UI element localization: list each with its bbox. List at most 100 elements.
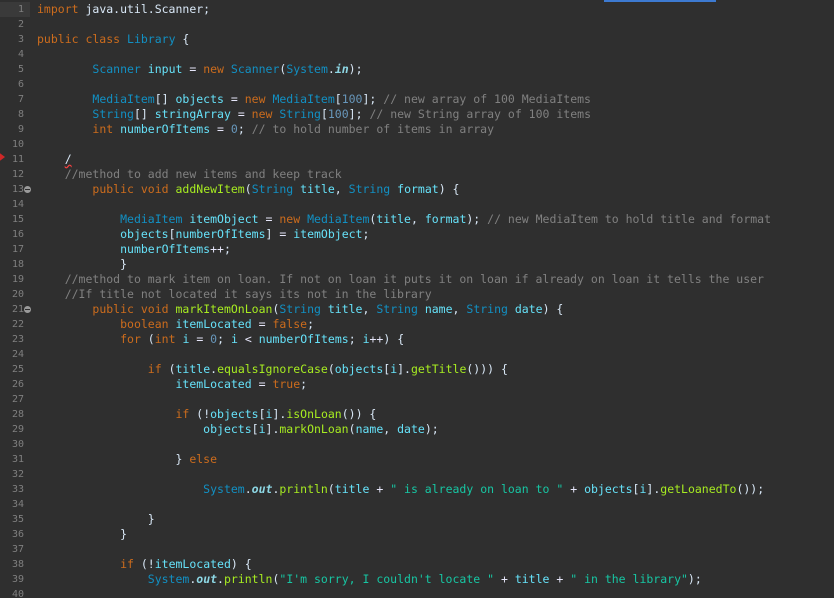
line-number: 27 <box>11 394 24 405</box>
code-token: [ <box>334 92 342 106</box>
code-token: true <box>272 377 301 391</box>
code-line[interactable]: if (!objects[i].isOnLoan()) { <box>37 407 376 422</box>
code-token: = <box>251 317 273 331</box>
code-line[interactable]: //method to add new items and keep track <box>37 167 342 182</box>
line-number: 17 <box>11 244 24 255</box>
code-line[interactable]: int numberOfItems = 0; // to hold number… <box>37 122 494 137</box>
code-token: ]. <box>272 407 287 421</box>
code-token: System <box>147 572 190 586</box>
code-text-area[interactable]: import java.util.Scanner; public class Li… <box>30 0 834 598</box>
code-token: numberOfItems <box>175 227 266 241</box>
code-token: //method to mark item on loan. If not on… <box>64 272 764 286</box>
code-token: itemLocated <box>154 557 231 571</box>
code-token: ( <box>161 362 176 376</box>
code-token: } <box>37 527 128 541</box>
code-editor[interactable]: 1 2 3 4 5 6 7 8 9 10 11 12 13 14 15 16 17 18 19 20 21 22 23 24 2… <box>0 0 834 598</box>
code-line[interactable]: public void markItemOnLoan(String title,… <box>37 302 563 317</box>
code-token: i <box>362 332 370 346</box>
code-token: , <box>452 302 467 316</box>
line-number: 5 <box>17 64 24 75</box>
code-line[interactable]: public void addNewItem(String title, Str… <box>37 182 459 197</box>
line-number: 34 <box>11 499 24 510</box>
code-token: , <box>410 212 425 226</box>
line-number: 18 <box>11 259 24 270</box>
code-line[interactable]: } <box>37 512 155 527</box>
code-token: = <box>272 227 294 241</box>
code-line[interactable]: for (int i = 0; i < numberOfItems; i++) … <box>37 332 404 347</box>
code-token: / <box>64 152 72 166</box>
line-number: 9 <box>17 124 24 135</box>
code-token: + <box>369 482 391 496</box>
line-number: 14 <box>11 199 24 210</box>
code-line[interactable]: MediaItem itemObject = new MediaItem(tit… <box>37 212 771 227</box>
code-token: ]. <box>265 422 280 436</box>
code-token: Scanner <box>92 62 141 76</box>
code-token: ( <box>348 422 356 436</box>
code-token: false <box>272 317 308 331</box>
code-line[interactable]: import java.util.Scanner; <box>37 2 210 17</box>
code-line[interactable]: System.out.println("I'm sorry, I couldn'… <box>37 572 702 587</box>
line-number: 32 <box>11 469 24 480</box>
code-token: ); <box>424 422 439 436</box>
code-line[interactable]: Scanner input = new Scanner(System.in); <box>37 62 362 77</box>
code-token: objects <box>175 92 224 106</box>
code-token: isOnLoan <box>286 407 342 421</box>
code-line[interactable]: itemLocated = true; <box>37 377 307 392</box>
code-line[interactable]: / <box>37 152 72 167</box>
code-line[interactable]: } <box>37 527 127 542</box>
code-token: < <box>237 332 259 346</box>
code-token: String <box>466 302 508 316</box>
code-line[interactable]: numberOfItems++; <box>37 242 231 257</box>
code-token: in <box>334 62 349 76</box>
line-number: 1 <box>17 4 24 15</box>
code-line[interactable]: objects[i].markOnLoan(name, date); <box>37 422 439 437</box>
code-token: ); <box>687 572 702 586</box>
code-token: addNewItem <box>175 182 245 196</box>
code-token: MediaItem <box>120 212 183 226</box>
line-number: 38 <box>11 559 24 570</box>
code-token: title <box>327 302 363 316</box>
code-line[interactable]: MediaItem[] objects = new MediaItem[100]… <box>37 92 591 107</box>
code-token: new <box>251 107 273 121</box>
code-token: public void <box>92 182 169 196</box>
code-line[interactable]: if (!itemLocated) { <box>37 557 252 572</box>
code-line[interactable]: } <box>37 257 127 272</box>
code-line[interactable]: String[] stringArray = new String[100]; … <box>37 107 591 122</box>
code-line[interactable]: public class Library { <box>37 32 189 47</box>
code-token: ) { <box>542 302 564 316</box>
code-token: . <box>244 482 252 496</box>
code-token: = <box>189 332 211 346</box>
code-token: = <box>251 377 273 391</box>
code-line[interactable]: //If title not located it says its not i… <box>37 287 432 302</box>
code-token: getTitle <box>410 362 467 376</box>
code-token: numberOfItems <box>120 122 211 136</box>
code-line[interactable]: boolean itemLocated = false; <box>37 317 314 332</box>
code-token: MediaItem <box>307 212 370 226</box>
code-token: ) { <box>438 182 460 196</box>
code-token: out <box>196 572 218 586</box>
code-line[interactable]: } else <box>37 452 217 467</box>
line-number-gutter[interactable]: 1 2 3 4 5 6 7 8 9 10 11 12 13 14 15 16 17 18 19 20 21 22 23 24 2… <box>0 0 31 598</box>
code-token: [ <box>258 407 266 421</box>
code-line[interactable]: //method to mark item on loan. If not on… <box>37 272 764 287</box>
code-token: public void <box>92 302 169 316</box>
code-line[interactable]: System.out.println(title + " is already … <box>37 482 764 497</box>
code-line[interactable]: objects[numberOfItems] = itemObject; <box>37 227 369 242</box>
code-token: println <box>223 572 273 586</box>
code-token: " in the library" <box>570 572 688 586</box>
code-token: . <box>327 62 335 76</box>
line-number: 20 <box>11 289 24 300</box>
code-token: ]; <box>362 92 384 106</box>
code-token: + <box>494 572 515 586</box>
code-line[interactable]: if (title.equalsIgnoreCase(objects[i].ge… <box>37 362 508 377</box>
code-token: ) { <box>230 557 252 571</box>
